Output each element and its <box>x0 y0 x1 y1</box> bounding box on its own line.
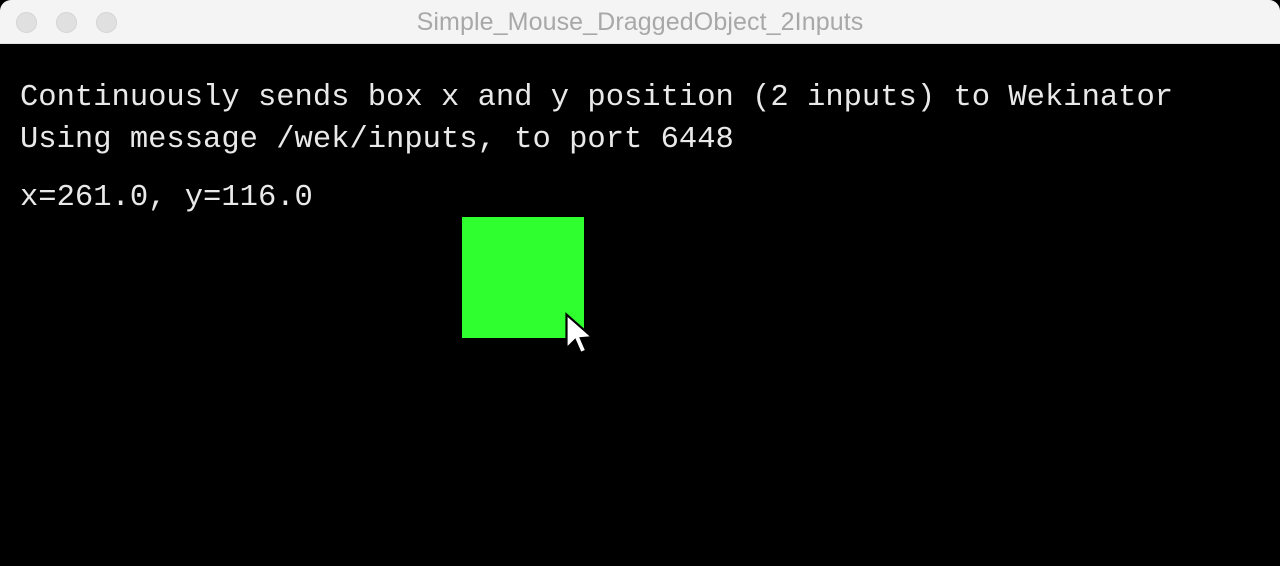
draggable-box[interactable] <box>462 217 584 338</box>
application-window: Simple_Mouse_DraggedObject_2Inputs Conti… <box>0 0 1280 566</box>
description-line: Continuously sends box x and y position … <box>20 81 1174 115</box>
window-title: Simple_Mouse_DraggedObject_2Inputs <box>416 8 864 36</box>
coordinates-line: x=261.0, y=116.0 <box>20 181 313 215</box>
window-titlebar[interactable]: Simple_Mouse_DraggedObject_2Inputs <box>0 0 1280 44</box>
connection-line: Using message /wek/inputs, to port 6448 <box>20 123 734 157</box>
sketch-canvas[interactable]: Continuously sends box x and y position … <box>0 44 1280 566</box>
